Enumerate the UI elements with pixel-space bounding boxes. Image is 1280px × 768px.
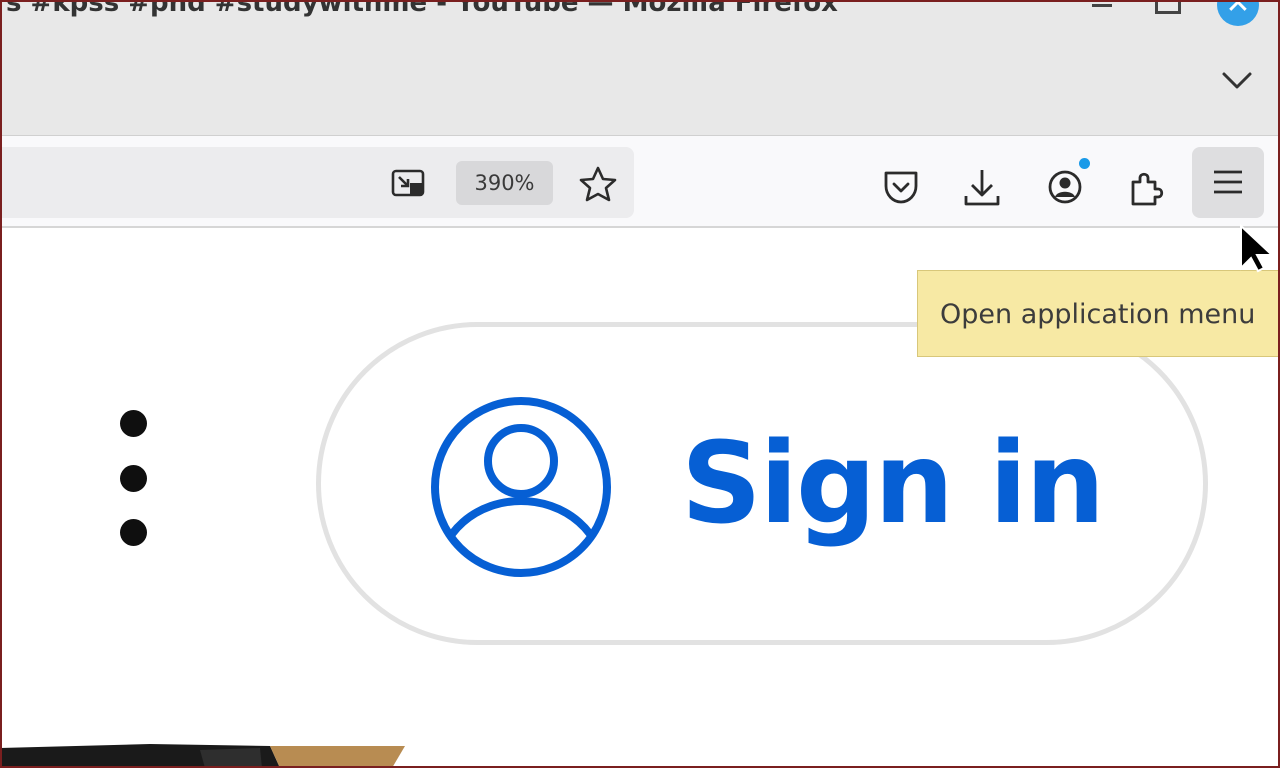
close-window-button[interactable]: ✕ xyxy=(1217,0,1259,26)
minimize-button[interactable] xyxy=(1090,0,1116,10)
sign-in-label: Sign in xyxy=(681,419,1105,549)
account-icon xyxy=(1048,170,1082,204)
sign-in-button[interactable]: Sign in xyxy=(316,322,1208,645)
title-bar: s #kpss #phd #studywithme - YouTube — Mo… xyxy=(0,0,1280,135)
save-to-pocket-button[interactable] xyxy=(877,164,925,212)
downloads-button[interactable] xyxy=(958,164,1006,212)
tooltip: Open application menu xyxy=(917,270,1280,357)
account-button[interactable] xyxy=(1041,164,1089,212)
navigation-toolbar: 390% xyxy=(0,135,1280,228)
more-options-button[interactable] xyxy=(112,410,156,550)
chevron-down-icon xyxy=(1222,72,1252,89)
picture-in-picture-button[interactable] xyxy=(388,165,428,203)
list-all-tabs-button[interactable] xyxy=(1218,66,1256,98)
extensions-icon xyxy=(1131,172,1164,206)
hamburger-menu-icon xyxy=(1214,170,1242,194)
user-avatar-icon xyxy=(431,397,611,577)
pocket-icon xyxy=(884,171,918,204)
account-notification-dot xyxy=(1079,158,1090,169)
window-title: s #kpss #phd #studywithme - YouTube — Mo… xyxy=(6,0,838,18)
mouse-cursor-icon xyxy=(1240,224,1275,273)
kebab-dot xyxy=(120,410,147,437)
kebab-dot xyxy=(120,519,147,546)
extensions-button[interactable] xyxy=(1123,164,1171,212)
picture-in-picture-icon xyxy=(391,169,425,197)
kebab-dot xyxy=(120,465,147,492)
bookmark-star-icon xyxy=(579,166,617,202)
maximize-button[interactable] xyxy=(1155,0,1181,14)
video-thumbnail[interactable] xyxy=(0,738,410,768)
bookmark-page-button[interactable] xyxy=(578,165,618,203)
url-bar[interactable]: 390% xyxy=(0,147,634,218)
zoom-reset-button[interactable]: 390% xyxy=(456,161,553,205)
downloads-icon xyxy=(964,170,1000,206)
application-menu-button[interactable] xyxy=(1192,147,1264,218)
